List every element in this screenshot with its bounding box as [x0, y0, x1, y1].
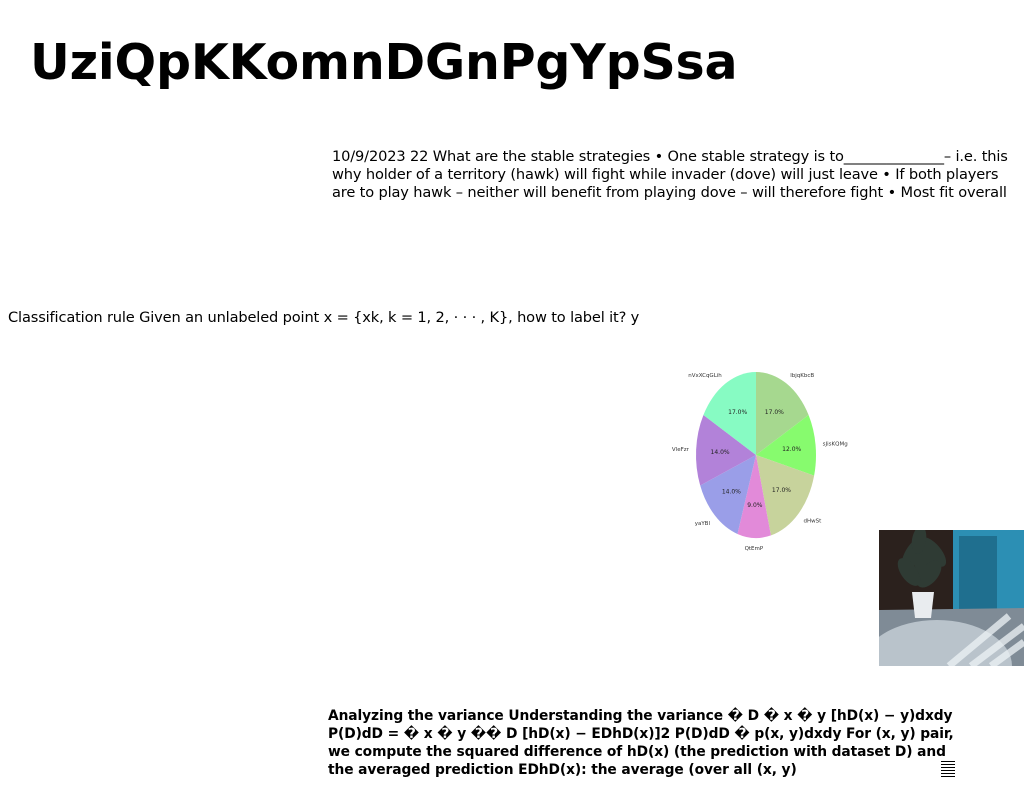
pie-category-label: lbjqKbcB: [790, 373, 814, 379]
variance-text: Analyzing the variance Understanding the…: [328, 708, 954, 778]
pie-percent-label: 12.0%: [782, 446, 801, 453]
pie-percent-label: 17.0%: [772, 487, 791, 494]
pie-chart: 17.0% 12.0% 17.0% 9.0% 14.0% 14.0% 17.0% lbjqK…: [672, 372, 848, 552]
classification-rule-text: Classification rule Given an unlabeled p…: [8, 309, 640, 326]
photo-door-panel: [959, 536, 997, 612]
stable-strategies-text: 10/9/2023 22 What are the stable strateg…: [332, 148, 1008, 201]
pie-percent-label: 14.0%: [711, 449, 730, 456]
pie-percent-label: 17.0%: [728, 409, 747, 416]
room-photo: [879, 530, 1024, 666]
pie-percent-label: 17.0%: [765, 409, 784, 416]
pie-category-label: VleFzr: [672, 447, 690, 453]
pie-category-label: nVxXCqGLih: [688, 373, 722, 379]
pie-percent-label: 14.0%: [722, 488, 741, 495]
photo-door-frame: [1003, 530, 1024, 618]
photo-pot: [912, 592, 934, 618]
pie-category-label: QtEmP: [745, 546, 764, 552]
text-overflow-icon: [941, 761, 955, 777]
pie-category-label: sJisKQMg: [823, 441, 848, 447]
pie-category-label: yaYBl: [695, 521, 711, 527]
pie-percent-label: 9.0%: [747, 502, 763, 509]
page-title: UziQpKKomnDGnPgYpSsa: [30, 34, 738, 91]
pie-category-label: dHwSt: [804, 519, 823, 525]
